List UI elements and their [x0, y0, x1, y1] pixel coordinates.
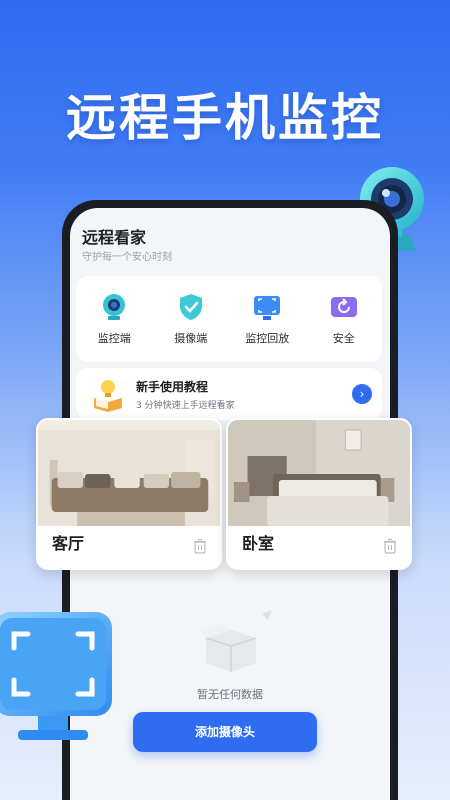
quick-actions-card: 监控端 摄像端 监控回放 安全	[76, 276, 382, 362]
quick-action-playback[interactable]: 监控回放	[232, 292, 302, 346]
app-subtitle: 守护每一个安心时刻	[82, 252, 172, 263]
empty-box-icon	[200, 610, 272, 672]
hero-title: 远程手机监控	[66, 89, 384, 147]
quick-action-label: 摄像端	[174, 332, 208, 345]
trash-icon[interactable]	[192, 538, 208, 554]
tutorial-card[interactable]: 新手使用教程 3 分钟快速上手远程看家 ›	[76, 368, 382, 420]
trash-icon[interactable]	[382, 538, 398, 554]
quick-action-label: 监控回放	[245, 332, 290, 345]
add-camera-button[interactable]: 添加摄像头	[133, 712, 317, 752]
safety-refresh-icon	[330, 297, 357, 317]
living-room-photo	[38, 420, 220, 526]
quick-action-security[interactable]: 安全	[309, 292, 379, 346]
app-title: 远程看家	[82, 228, 147, 247]
tutorial-title: 新手使用教程	[136, 380, 209, 394]
playback-screen-icon	[254, 296, 281, 320]
room-name: 客厅	[52, 534, 85, 553]
quick-action-camera[interactable]: 摄像端	[156, 292, 226, 346]
bottom-tab-bar	[70, 772, 390, 800]
monitor-decoration-icon	[0, 612, 112, 740]
room-card-living-room[interactable]: 客厅	[36, 418, 222, 570]
room-card-bedroom[interactable]: 卧室	[226, 418, 412, 570]
quick-action-monitor[interactable]: 监控端	[79, 292, 149, 346]
camera-icon	[103, 294, 126, 320]
quick-action-label: 安全	[332, 332, 355, 345]
tutorial-subtitle: 3 分钟快速上手远程看家	[136, 401, 235, 411]
shield-check-icon	[179, 294, 202, 320]
bedroom-photo	[228, 420, 410, 526]
quick-action-label: 监控端	[97, 332, 131, 345]
book-bulb-icon	[94, 380, 122, 412]
chevron-right-icon[interactable]: ›	[352, 384, 372, 404]
room-name: 卧室	[242, 534, 275, 553]
